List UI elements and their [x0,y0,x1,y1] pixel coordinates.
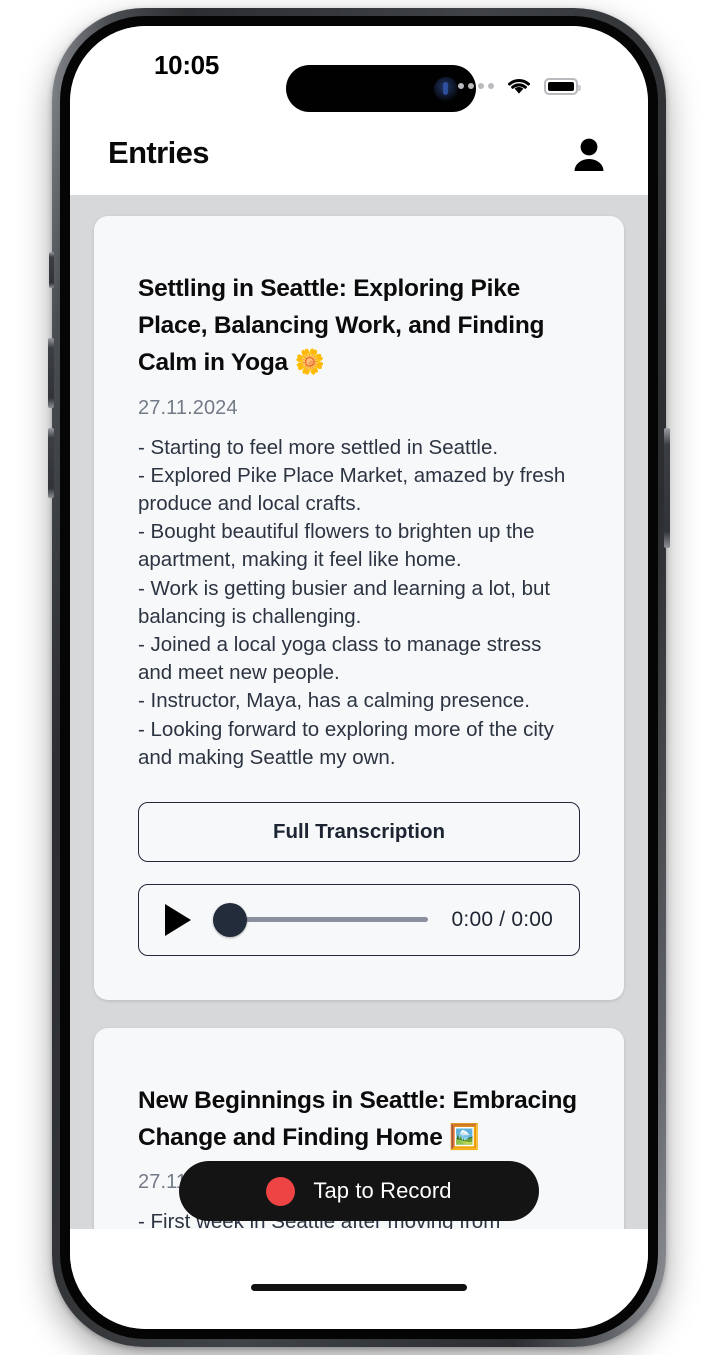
audio-time-label: 0:00 / 0:00 [451,907,553,931]
nav-bar: Entries [70,122,648,195]
page-title: Entries [108,135,210,170]
power-button[interactable] [664,428,670,548]
entry-body: - Starting to feel more settled in Seatt… [138,435,566,769]
person-icon [574,138,604,171]
status-indicators [458,76,581,96]
silent-switch-button[interactable] [49,252,54,288]
record-button-label: Tap to Record [313,1178,452,1203]
home-indicator[interactable] [251,1284,467,1291]
status-bar: 10:05 [70,26,648,122]
phone-bezel: 10:05 Entries Settling in Seattle: Explo… [60,16,658,1339]
cellular-dots-icon [458,83,494,89]
record-dot-icon [266,1176,296,1206]
entry-date: 27.11.2024 [138,396,238,419]
entry-title: New Beginnings in Seattle: Embracing Cha… [138,1086,577,1152]
audio-seek-slider[interactable] [213,902,428,937]
volume-down-button[interactable] [48,428,54,498]
full-transcription-button[interactable]: Full Transcription [138,801,580,862]
phone-screen: 10:05 Entries Settling in Seattle: Explo… [70,26,648,1329]
entries-scroll-area[interactable]: Settling in Seattle: Exploring Pike Plac… [70,195,648,1281]
battery-full-icon [544,77,581,95]
play-icon[interactable] [165,903,191,936]
dynamic-island [286,65,476,112]
front-camera-icon [434,76,458,101]
tap-to-record-button[interactable]: Tap to Record [179,1161,539,1221]
entry-card[interactable]: Settling in Seattle: Exploring Pike Plac… [94,216,624,1000]
wifi-icon [508,79,530,94]
profile-button[interactable] [568,134,610,176]
phone-frame: 10:05 Entries Settling in Seattle: Explo… [48,8,670,1347]
volume-up-button[interactable] [48,338,54,408]
entry-title: Settling in Seattle: Exploring Pike Plac… [138,275,545,377]
audio-player[interactable]: 0:00 / 0:00 [138,883,580,956]
audio-seek-thumb[interactable] [213,902,247,937]
status-time: 10:05 [154,50,219,80]
home-indicator-area [70,1229,648,1329]
